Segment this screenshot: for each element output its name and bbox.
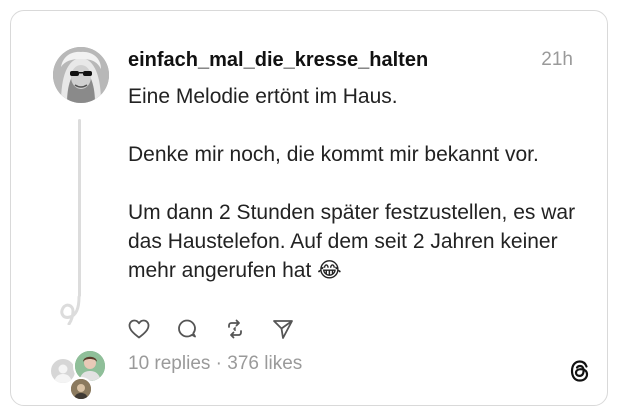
reply-avatars[interactable] bbox=[49, 349, 111, 401]
post-username[interactable]: einfach_mal_die_kresse_halten bbox=[128, 49, 428, 72]
post-paragraph: Denke mir noch, die kommt mir bekannt vo… bbox=[128, 143, 539, 166]
post-paragraph: Um dann 2 Stunden später festzustellen, … bbox=[128, 201, 576, 282]
heart-icon[interactable] bbox=[127, 317, 151, 341]
threads-logo-icon[interactable] bbox=[567, 358, 593, 384]
reply-avatar bbox=[69, 377, 93, 401]
comment-icon[interactable] bbox=[175, 317, 199, 341]
post-actions bbox=[127, 317, 295, 341]
post-paragraph: Eine Melodie ertönt im Haus. bbox=[128, 85, 398, 108]
post-body: Eine Melodie ertönt im Haus. Denke mir n… bbox=[128, 82, 588, 285]
post-card: einfach_mal_die_kresse_halten 21h Eine M… bbox=[10, 10, 608, 406]
thread-line bbox=[78, 119, 81, 297]
repost-icon[interactable] bbox=[223, 317, 247, 341]
post-timestamp: 21h bbox=[541, 49, 573, 70]
post-stats[interactable]: 10 replies · 376 likes bbox=[128, 353, 302, 375]
send-icon[interactable] bbox=[271, 317, 295, 341]
author-avatar[interactable] bbox=[53, 47, 109, 103]
thread-loop-icon bbox=[60, 295, 81, 325]
